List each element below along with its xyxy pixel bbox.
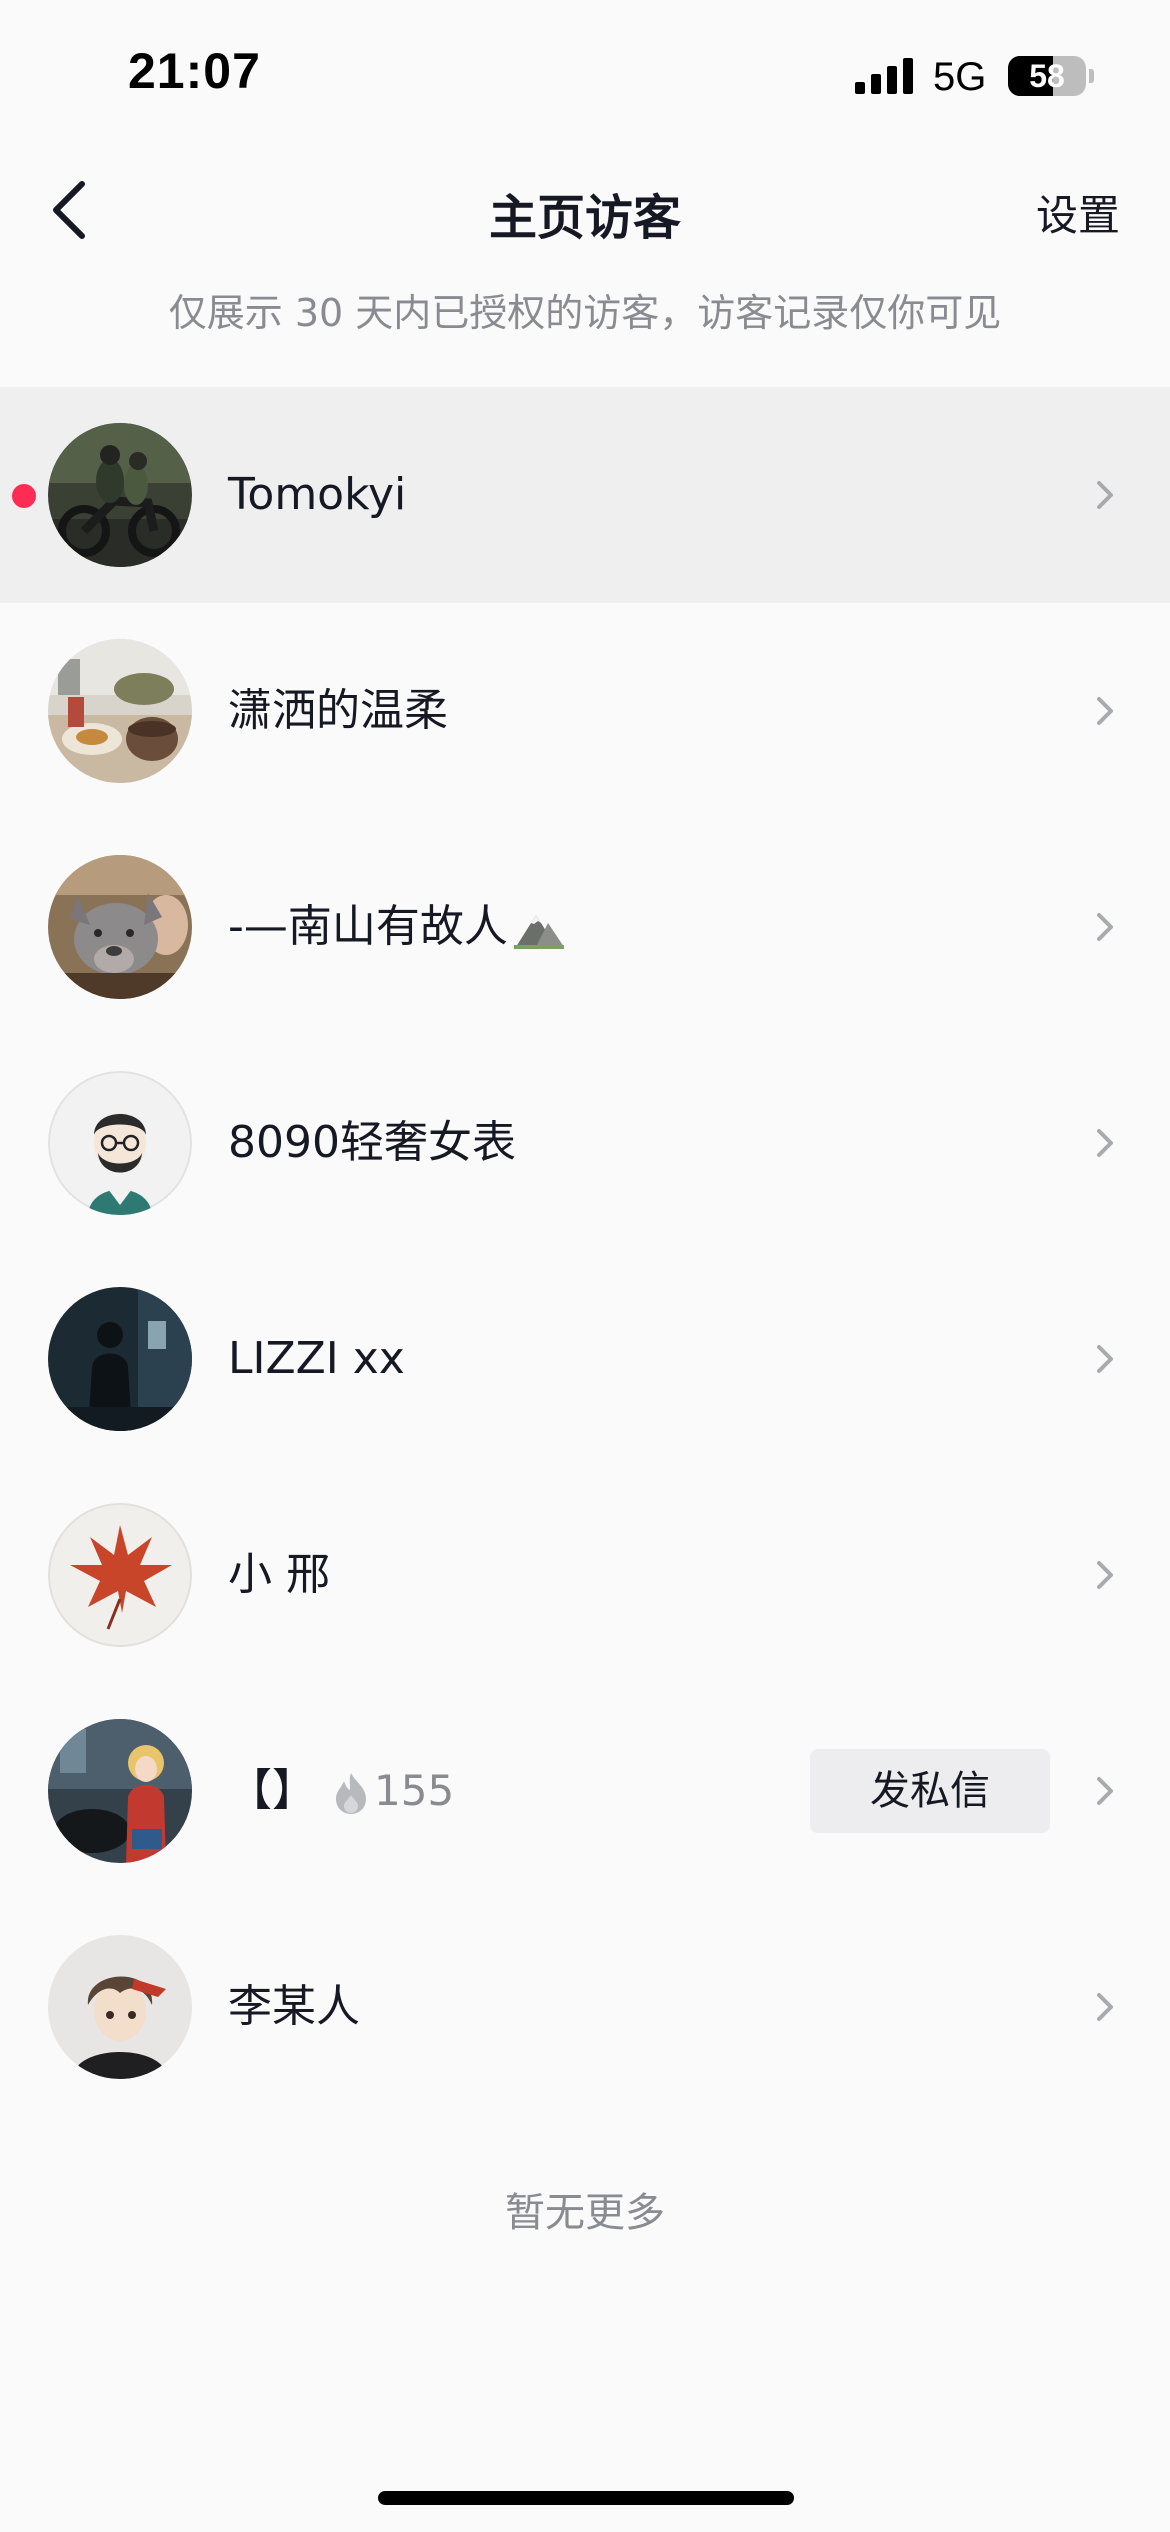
visitor-name: 小 邢 bbox=[228, 1549, 330, 1600]
status-bar: 21:07 5G 58 bbox=[0, 0, 1170, 150]
visitor-row[interactable]: -—南山有故人 bbox=[0, 819, 1170, 1035]
visitor-row[interactable]: 李某人 bbox=[0, 1899, 1170, 2115]
battery-level: 58 bbox=[1029, 58, 1065, 94]
streak-count: 155 bbox=[374, 1766, 455, 1815]
visitor-name: 【】 155 bbox=[228, 1763, 454, 1819]
home-indicator[interactable] bbox=[378, 2491, 794, 2505]
chevron-right-icon bbox=[1097, 1777, 1113, 1805]
visitor-name: 潇洒的温柔 bbox=[228, 685, 448, 736]
cellular-signal-icon bbox=[855, 58, 913, 94]
network-type: 5G bbox=[933, 55, 987, 99]
chevron-right-icon bbox=[1097, 697, 1113, 725]
cafe-photo bbox=[48, 639, 192, 783]
battery-icon: 58 bbox=[1008, 56, 1086, 96]
visitor-row[interactable]: LIZZI xx bbox=[0, 1251, 1170, 1467]
avatar[interactable] bbox=[48, 855, 192, 999]
chevron-right-icon bbox=[1097, 1561, 1113, 1589]
chevron-right-icon bbox=[1097, 481, 1113, 509]
visitor-row[interactable]: 潇洒的温柔 bbox=[0, 603, 1170, 819]
visitor-name: 李某人 bbox=[228, 1981, 360, 2032]
illustrated-man bbox=[48, 1071, 192, 1215]
battery-cap bbox=[1089, 69, 1094, 83]
avatar[interactable] bbox=[48, 1719, 192, 1863]
fire-icon bbox=[336, 1773, 366, 1814]
visitor-name: -—南山有故人 bbox=[228, 899, 566, 955]
chevron-right-icon bbox=[1097, 1345, 1113, 1373]
visitor-notice: 仅展示 30 天内已授权的访客，访客记录仅你可见 bbox=[168, 291, 1002, 335]
chevron-right-icon bbox=[1097, 913, 1113, 941]
visitor-list: Tomokyi 潇洒的温柔 -—南山有故人 8090轻奢女表 LIZZI xx … bbox=[0, 387, 1170, 2115]
visitor-row[interactable]: 8090轻奢女表 bbox=[0, 1035, 1170, 1251]
visitor-name-text: 【】 bbox=[228, 1765, 316, 1816]
settings-button[interactable]: 设置 bbox=[1036, 182, 1120, 243]
nav-header: 主页访客 设置 bbox=[0, 150, 1170, 270]
avatar[interactable] bbox=[48, 1287, 192, 1431]
chevron-right-icon bbox=[1097, 1129, 1113, 1157]
send-message-button[interactable]: 发私信 bbox=[810, 1749, 1050, 1833]
mountain-emoji-icon bbox=[513, 915, 564, 949]
dark-silhouette bbox=[48, 1287, 192, 1431]
anime-couple bbox=[48, 1719, 192, 1863]
dog-photo bbox=[48, 855, 192, 999]
chevron-right-icon bbox=[1097, 1993, 1113, 2021]
visitor-name: Tomokyi bbox=[228, 469, 407, 520]
avatar[interactable] bbox=[48, 423, 192, 567]
maple-leaf bbox=[48, 1503, 192, 1647]
visitor-row[interactable]: 小 邢 bbox=[0, 1467, 1170, 1683]
anime-boy bbox=[48, 1935, 192, 2079]
status-time: 21:07 bbox=[128, 43, 261, 99]
visitor-row[interactable]: 【】 155 发私信 bbox=[0, 1683, 1170, 1899]
avatar[interactable] bbox=[48, 1935, 192, 2079]
avatar[interactable] bbox=[48, 1503, 192, 1647]
visitor-row[interactable]: Tomokyi bbox=[0, 387, 1170, 603]
visitor-name-text: -—南山有故人 bbox=[228, 901, 508, 952]
no-more-text: 暂无更多 bbox=[505, 2190, 665, 2236]
visitor-name: 8090轻奢女表 bbox=[228, 1117, 516, 1168]
avatar[interactable] bbox=[48, 1071, 192, 1215]
avatar[interactable] bbox=[48, 639, 192, 783]
motorcycle-photo bbox=[48, 423, 192, 567]
visitor-name: LIZZI xx bbox=[228, 1333, 405, 1384]
page-title: 主页访客 bbox=[488, 190, 681, 246]
unread-dot bbox=[12, 484, 36, 508]
